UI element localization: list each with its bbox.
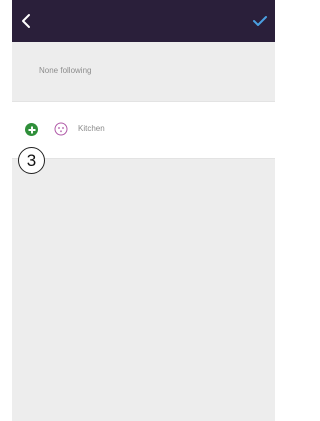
following-status-text: None following: [39, 66, 92, 75]
room-label-kitchen: Kitchen: [78, 124, 105, 133]
top-bar: [12, 0, 275, 42]
back-button[interactable]: [12, 6, 40, 36]
checkmark-icon: [253, 16, 267, 26]
add-circle-icon[interactable]: [25, 123, 38, 136]
outlet-icon: [54, 122, 68, 136]
confirm-button[interactable]: [245, 6, 275, 36]
room-list-row[interactable]: Kitchen: [12, 101, 275, 159]
step-callout-badge: 3: [18, 147, 45, 174]
chevron-left-icon: [22, 14, 30, 28]
app-screen: None following Kitchen: [12, 0, 275, 421]
